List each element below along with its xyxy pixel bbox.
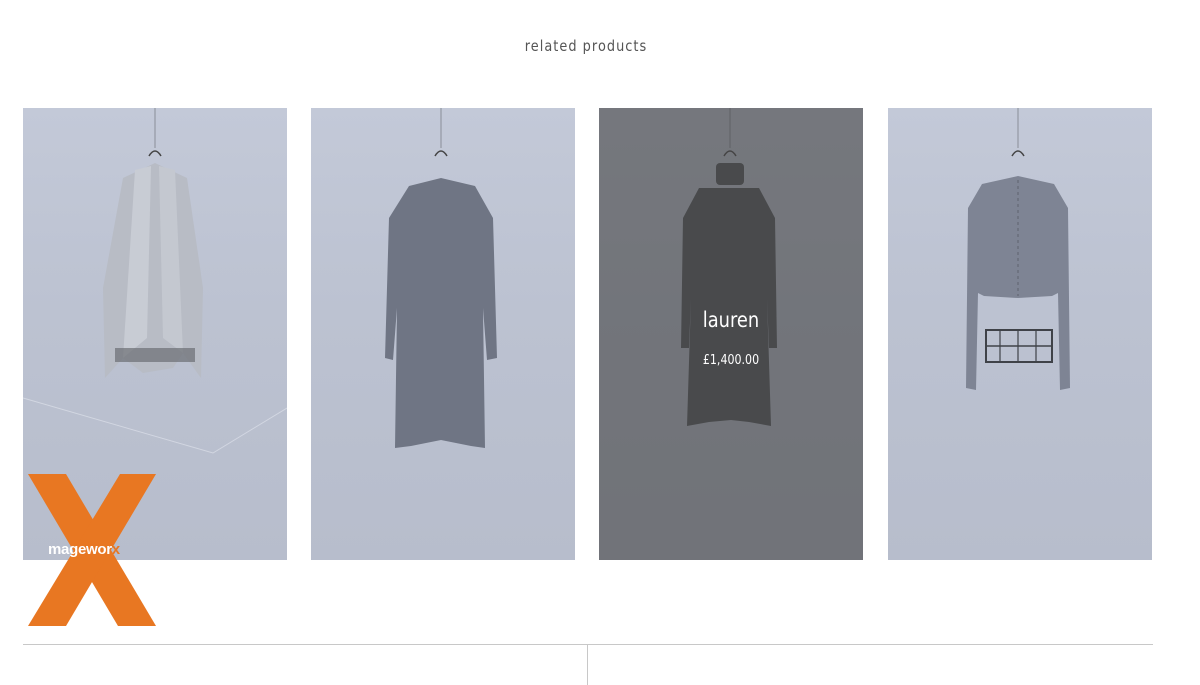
product-price: £1,400.00 bbox=[702, 353, 760, 368]
section-title: related products bbox=[524, 37, 648, 55]
product-card-3[interactable]: lauren £1,400.00 bbox=[599, 108, 863, 560]
footer-column-divider bbox=[587, 645, 588, 685]
product-image-cropped-top bbox=[966, 108, 1070, 390]
product-card-2[interactable] bbox=[311, 108, 575, 560]
hover-overlay bbox=[599, 108, 863, 560]
product-image-long-dress bbox=[385, 108, 497, 448]
footer-divider-line bbox=[23, 644, 1153, 645]
mageworx-logo-text: mageworx bbox=[48, 541, 120, 558]
product-name[interactable]: lauren bbox=[619, 308, 843, 332]
product-card-4[interactable] bbox=[888, 108, 1152, 560]
